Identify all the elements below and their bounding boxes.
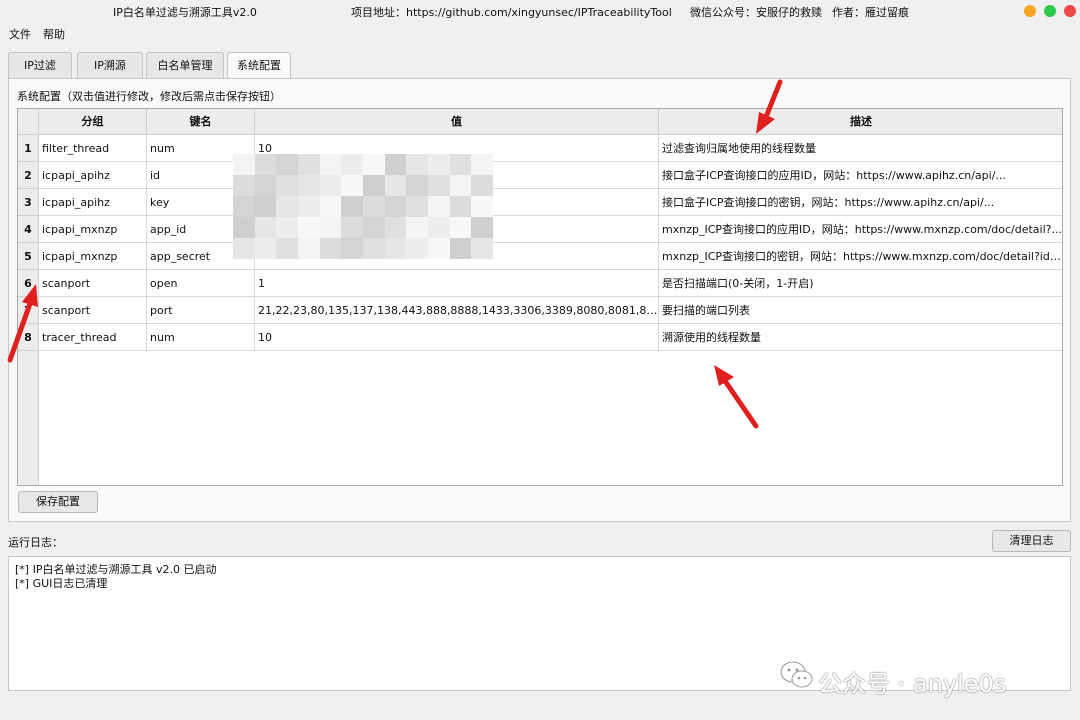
- cell-key[interactable]: app_id: [147, 216, 255, 243]
- cell-desc[interactable]: 是否扫描端口(0-关闭，1-开启): [659, 270, 1062, 297]
- cell-value[interactable]: [255, 189, 659, 216]
- cell-group[interactable]: tracer_thread: [39, 324, 147, 351]
- tab-ip-trace[interactable]: IP溯源: [77, 52, 143, 78]
- cell-value[interactable]: [255, 162, 659, 189]
- cell-value[interactable]: 10: [255, 135, 659, 162]
- cell-group[interactable]: icpapi_mxnzp: [39, 216, 147, 243]
- cell-group[interactable]: scanport: [39, 270, 147, 297]
- cell-value[interactable]: [255, 243, 659, 270]
- row-number[interactable]: 7: [18, 297, 39, 324]
- clear-log-button[interactable]: 清理日志: [992, 530, 1071, 552]
- log-line: [*] GUI日志已清理: [15, 577, 108, 590]
- window-title: IP白名单过滤与溯源工具v2.0: [113, 6, 257, 19]
- tab-system-config[interactable]: 系统配置: [227, 52, 291, 79]
- cell-desc[interactable]: mxnzp_ICP查询接口的应用ID，网站：https://www.mxnzp.…: [659, 216, 1062, 243]
- title-bar: IP白名单过滤与溯源工具v2.0 项目地址：https://github.com…: [0, 0, 1080, 22]
- row-number[interactable]: 2: [18, 162, 39, 189]
- watermark-text: 公众号 · anyle0s: [818, 670, 1007, 698]
- cell-key[interactable]: key: [147, 189, 255, 216]
- cell-value[interactable]: 10: [255, 324, 659, 351]
- wechat-account: 微信公众号：安服仔的救赎: [690, 6, 822, 19]
- cell-desc[interactable]: 溯源使用的线程数量: [659, 324, 1062, 351]
- wechat-icon: [780, 661, 813, 688]
- row-number[interactable]: 1: [18, 135, 39, 162]
- config-table[interactable]: 分组 键名 值 描述 1 filter_thread num 10 过滤查询归属…: [17, 108, 1063, 486]
- column-header-key[interactable]: 键名: [147, 109, 255, 135]
- cell-desc[interactable]: 过滤查询归属地使用的线程数量: [659, 135, 1062, 162]
- maximize-icon[interactable]: [1064, 5, 1076, 17]
- column-header-group[interactable]: 分组: [39, 109, 147, 135]
- cell-desc[interactable]: 接口盒子ICP查询接口的密钥，网站：https://www.apihz.cn/a…: [659, 189, 1062, 216]
- save-config-button[interactable]: 保存配置: [18, 491, 98, 513]
- cell-group[interactable]: scanport: [39, 297, 147, 324]
- cell-key[interactable]: num: [147, 324, 255, 351]
- minimize-icon[interactable]: [1044, 5, 1056, 17]
- config-label: 系统配置（双击值进行修改，修改后需点击保存按钮）: [17, 90, 281, 103]
- cell-key[interactable]: open: [147, 270, 255, 297]
- tab-whitelist[interactable]: 白名单管理: [146, 52, 224, 78]
- row-number[interactable]: 4: [18, 216, 39, 243]
- cell-key[interactable]: app_secret: [147, 243, 255, 270]
- log-line: [*] IP白名单过滤与溯源工具 v2.0 已启动: [15, 563, 217, 576]
- close-icon[interactable]: [1024, 5, 1036, 17]
- column-header-desc[interactable]: 描述: [659, 109, 1062, 135]
- cell-group[interactable]: icpapi_apihz: [39, 189, 147, 216]
- cell-group[interactable]: filter_thread: [39, 135, 147, 162]
- cell-key[interactable]: num: [147, 135, 255, 162]
- tab-ip-filter[interactable]: IP过滤: [8, 52, 72, 78]
- cell-key[interactable]: id: [147, 162, 255, 189]
- cell-desc[interactable]: 要扫描的端口列表: [659, 297, 1062, 324]
- column-header-value[interactable]: 值: [255, 109, 659, 135]
- row-number[interactable]: 6: [18, 270, 39, 297]
- watermark: 公众号 · anyle0s: [780, 660, 1006, 698]
- cell-key[interactable]: port: [147, 297, 255, 324]
- cell-desc[interactable]: mxnzp_ICP查询接口的密钥，网站：https://www.mxnzp.co…: [659, 243, 1062, 270]
- menu-help[interactable]: 帮助: [43, 26, 65, 42]
- menu-file[interactable]: 文件: [9, 26, 31, 42]
- table-corner[interactable]: [18, 109, 39, 135]
- row-number[interactable]: 5: [18, 243, 39, 270]
- project-url: 项目地址：https://github.com/xingyunsec/IPTra…: [351, 6, 672, 19]
- log-label: 运行日志：: [8, 536, 63, 549]
- author: 作者：雁过留痕: [832, 6, 909, 19]
- cell-desc[interactable]: 接口盒子ICP查询接口的应用ID，网站：https://www.apihz.cn…: [659, 162, 1062, 189]
- cell-value[interactable]: 21,22,23,80,135,137,138,443,888,8888,143…: [255, 297, 659, 324]
- config-panel: 系统配置（双击值进行修改，修改后需点击保存按钮） 分组 键名 值 描述 1 fi…: [8, 78, 1071, 522]
- cell-group[interactable]: icpapi_mxnzp: [39, 243, 147, 270]
- cell-value[interactable]: 1: [255, 270, 659, 297]
- row-number[interactable]: 8: [18, 324, 39, 351]
- row-number[interactable]: 3: [18, 189, 39, 216]
- cell-group[interactable]: icpapi_apihz: [39, 162, 147, 189]
- cell-value[interactable]: [255, 216, 659, 243]
